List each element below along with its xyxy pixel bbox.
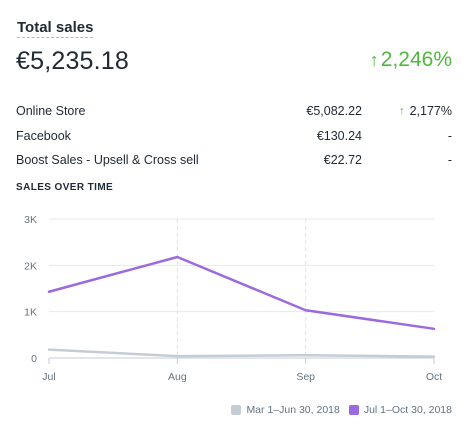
- channel-name: Boost Sales - Upsell & Cross sell: [16, 153, 199, 168]
- channel-row: Online Store €5,082.22 ↑ 2,177%: [16, 99, 452, 124]
- legend-swatch: [348, 405, 359, 415]
- channel-value: €22.72: [323, 153, 362, 168]
- channel-name: Online Store: [16, 104, 86, 119]
- chart-legend: Mar 1–Jun 30, 2018 Jul 1–Oct 30, 2018: [222, 404, 452, 416]
- legend-label: Jul 1–Oct 30, 2018: [363, 404, 452, 416]
- channel-change-value: -: [447, 153, 452, 168]
- channel-change: ↑ 2,177%: [362, 104, 452, 118]
- growth-value: 2,246%: [380, 48, 452, 71]
- legend-item[interactable]: Jul 1–Oct 30, 2018: [348, 404, 452, 416]
- legend-swatch: [231, 405, 242, 415]
- y-tick-label: 0: [31, 353, 37, 365]
- sales-channel-list: Online Store €5,082.22 ↑ 2,177% Facebook…: [16, 99, 452, 173]
- channel-change-value: -: [447, 128, 452, 143]
- channel-value: €130.24: [316, 128, 362, 143]
- y-tick-label: 2K: [24, 260, 37, 272]
- x-tick-label: Aug: [168, 371, 187, 383]
- x-tick-label: Jul: [42, 371, 55, 383]
- channel-change: -: [362, 153, 452, 167]
- channel-change-value: 2,177%: [409, 104, 452, 119]
- card-title[interactable]: Total sales: [17, 19, 94, 38]
- total-sales-card: Total sales €5,235.18 ↑ 2,246% Online St…: [0, 0, 469, 432]
- x-tick-label: Sep: [296, 371, 315, 383]
- series-line-1: [47, 348, 436, 358]
- arrow-up-icon: ↑: [399, 105, 405, 118]
- legend-label: Mar 1–Jun 30, 2018: [246, 404, 340, 416]
- total-sales-value: €5,235.18: [16, 47, 130, 75]
- x-tick-label: Oct: [426, 371, 442, 383]
- sales-over-time-chart[interactable]: 0 1K 2K 3K Jul Aug Sep Oct: [0, 205, 469, 395]
- channel-name: Facebook: [16, 128, 71, 143]
- channel-row: Boost Sales - Upsell & Cross sell €22.72…: [16, 148, 452, 173]
- channel-change: -: [362, 129, 452, 143]
- growth-indicator: ↑ 2,246%: [370, 48, 452, 72]
- channel-value: €5,082.22: [306, 104, 362, 119]
- legend-item[interactable]: Mar 1–Jun 30, 2018: [231, 404, 340, 416]
- y-tick-label: 3K: [24, 214, 37, 226]
- arrow-up-icon: ↑: [369, 49, 379, 70]
- channel-row: Facebook €130.24 -: [16, 124, 452, 149]
- y-tick-label: 1K: [24, 307, 37, 319]
- section-title: SALES OVER TIME: [16, 182, 114, 193]
- series-line-2: [47, 255, 436, 331]
